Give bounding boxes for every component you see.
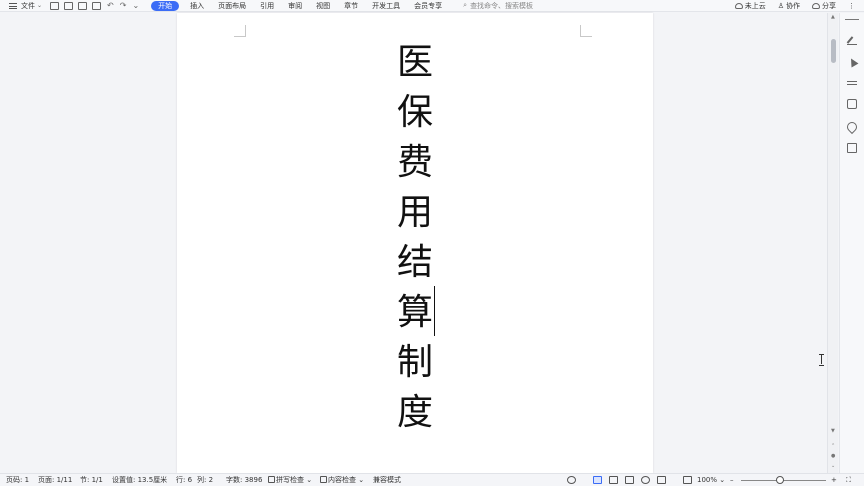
write-mode-icon[interactable] <box>657 476 666 484</box>
quick-access-bar <box>50 1 102 10</box>
tab-developer[interactable]: 开发工具 <box>365 1 407 11</box>
chevron-down-icon: ⌄ <box>306 476 313 484</box>
command-search[interactable]: ⌕ 查找命令、搜索模板 <box>463 1 533 11</box>
right-side-toolbar <box>839 13 864 473</box>
tab-review[interactable]: 审阅 <box>281 1 309 11</box>
redo-icon[interactable]: ↷ <box>120 1 127 10</box>
tab-chapter[interactable]: 章节 <box>337 1 365 11</box>
vertical-title-text[interactable]: 医 保 费 用 结 算 制 度 <box>395 38 435 438</box>
document-page[interactable]: 医 保 费 用 结 算 制 度 <box>177 13 653 473</box>
export-pdf-icon[interactable] <box>64 1 74 10</box>
sidebar-grip <box>845 19 859 20</box>
search-placeholder: 查找命令、搜索模板 <box>470 1 534 10</box>
tab-view[interactable]: 视图 <box>309 1 337 11</box>
share-label: 分享 <box>822 1 836 10</box>
compatibility-mode: 兼容模式 <box>373 476 401 484</box>
cloud-icon <box>734 2 743 9</box>
spell-check-button[interactable]: 拼写检查 ⌄ <box>268 476 312 485</box>
page-view-icon[interactable] <box>593 476 602 484</box>
ribbon-toolbar: 文件 ⌄ ↶ ↷ ⌄ 开始 插入 页面布局 引用 审阅 视图 章节 开发工具 会… <box>0 0 864 12</box>
template-icon[interactable] <box>847 99 857 109</box>
eye-protection-icon[interactable] <box>567 476 576 484</box>
file-menu-button[interactable]: 文件 ⌄ <box>21 1 42 11</box>
tab-page-layout[interactable]: 页面布局 <box>211 1 253 11</box>
title-char: 结 <box>396 242 433 283</box>
setting-value[interactable]: 设置值: 13.5厘米 <box>112 476 167 485</box>
prev-page-icon[interactable]: ⌃ <box>831 443 835 449</box>
title-char: 费 <box>396 142 433 183</box>
checkbox-icon <box>268 476 275 483</box>
save-icon[interactable] <box>50 1 60 10</box>
cloud-status-label: 未上云 <box>744 1 766 10</box>
search-icon: ⌕ <box>463 1 468 9</box>
margin-mark-top-right <box>580 25 592 37</box>
book-icon[interactable] <box>847 143 857 153</box>
page-number[interactable]: 页码: 1 <box>6 476 29 485</box>
print-icon[interactable] <box>78 1 88 10</box>
scroll-down-icon[interactable]: ▼ <box>831 428 835 434</box>
top-right-actions: 未上云 ♙ 协作 分享 ⋮ <box>734 0 856 11</box>
share-button[interactable]: 分享 <box>812 1 836 11</box>
scroll-up-icon[interactable]: ▲ <box>831 14 835 20</box>
title-char: 保 <box>396 92 433 133</box>
row-indicator: 行: 6 <box>176 476 193 484</box>
spell-check-label: 拼写检查 <box>276 476 304 484</box>
next-page-icon[interactable]: ⌄ <box>831 463 835 469</box>
title-char: 医 <box>396 42 433 83</box>
zoom-value: 100% <box>697 476 718 484</box>
location-pin-icon[interactable] <box>844 119 860 135</box>
column-indicator: 列: 2 <box>197 476 214 484</box>
zoom-percentage[interactable]: 100% ⌄ <box>697 476 725 485</box>
page-count[interactable]: 页面: 1/11 <box>38 476 72 485</box>
title-char: 算 <box>396 292 433 333</box>
collaborate-button[interactable]: ♙ 协作 <box>778 1 800 11</box>
select-browse-object-icon[interactable]: ● <box>831 453 835 459</box>
more-options-icon[interactable]: ⋮ <box>848 2 856 10</box>
hamburger-menu-icon[interactable] <box>9 2 17 9</box>
title-char: 度 <box>396 392 433 433</box>
customize-chevron-icon[interactable]: ⌄ <box>132 1 139 10</box>
ribbon-tabs: 开始 插入 页面布局 引用 审阅 视图 章节 开发工具 会员专享 <box>151 0 449 11</box>
undo-icon[interactable]: ↶ <box>107 1 114 10</box>
chevron-down-icon: ⌄ <box>37 2 43 9</box>
web-view-icon[interactable] <box>641 476 650 484</box>
outline-view-icon[interactable] <box>609 476 618 484</box>
section-indicator[interactable]: 节: 1/1 <box>80 476 103 485</box>
share-icon <box>812 2 820 9</box>
tab-member[interactable]: 会员专享 <box>407 1 449 11</box>
zoom-in-button[interactable]: + <box>831 476 837 485</box>
reading-view-icon[interactable] <box>625 476 634 484</box>
content-check-button[interactable]: 内容检查 ⌄ <box>320 476 364 485</box>
tab-insert[interactable]: 插入 <box>183 1 211 11</box>
cloud-status-button[interactable]: 未上云 <box>734 1 766 11</box>
status-bar: 页码: 1 页面: 1/11 节: 1/1 设置值: 13.5厘米 行: 6 列… <box>0 473 864 486</box>
zoom-out-button[interactable]: – <box>730 476 734 485</box>
tab-references[interactable]: 引用 <box>253 1 281 11</box>
edit-pencil-icon[interactable] <box>847 35 857 45</box>
content-check-label: 内容检查 <box>328 476 356 484</box>
user-icon: ♙ <box>777 1 784 10</box>
select-cursor-icon[interactable] <box>847 57 857 67</box>
checkbox-icon <box>320 476 327 483</box>
fullscreen-icon[interactable]: ⛶ <box>846 476 851 485</box>
title-char: 制 <box>396 342 433 383</box>
mouse-ibeam-icon <box>819 354 825 366</box>
fit-page-icon[interactable] <box>683 476 692 484</box>
wps-writer-window: 文件 ⌄ ↶ ↷ ⌄ 开始 插入 页面布局 引用 审阅 视图 章节 开发工具 会… <box>0 0 864 486</box>
zoom-slider-knob[interactable] <box>776 476 785 484</box>
chevron-down-icon: ⌄ <box>358 476 365 484</box>
scrollbar-thumb[interactable] <box>831 39 836 63</box>
chevron-down-icon: ⌄ <box>719 476 726 484</box>
file-menu-label: 文件 <box>21 1 35 10</box>
text-caret <box>434 286 435 336</box>
vertical-scrollbar[interactable]: ▲ ▼ ⌃ ● ⌄ <box>827 13 838 473</box>
margin-mark-top-left <box>234 25 246 37</box>
title-char: 用 <box>396 192 433 233</box>
tab-home[interactable]: 开始 <box>151 0 180 11</box>
collaborate-label: 协作 <box>786 1 800 10</box>
adjust-sliders-icon[interactable] <box>847 78 857 88</box>
word-count[interactable]: 字数: 3896 <box>226 476 262 485</box>
print-preview-icon[interactable] <box>92 1 102 10</box>
